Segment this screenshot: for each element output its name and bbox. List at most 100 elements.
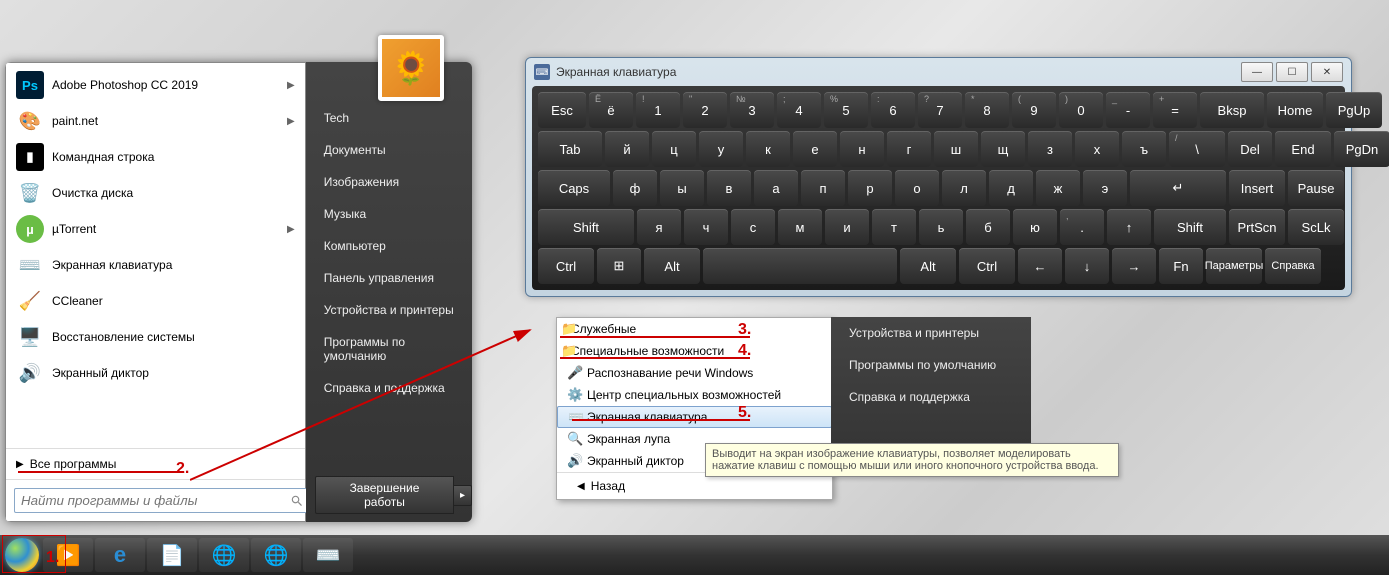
key-Del[interactable]: Del xyxy=(1228,131,1272,167)
key-Pause[interactable]: Pause xyxy=(1288,170,1344,206)
key-Tab[interactable]: Tab xyxy=(538,131,602,167)
key-ы[interactable]: ы xyxy=(660,170,704,206)
key-Alt[interactable]: Alt xyxy=(644,248,700,284)
right-panel-item-5[interactable]: Панель управления xyxy=(306,262,472,294)
key-7[interactable]: ?7 xyxy=(918,92,962,128)
minimize-button[interactable]: — xyxy=(1241,62,1273,82)
key-э[interactable]: э xyxy=(1083,170,1127,206)
key-й[interactable]: й xyxy=(605,131,649,167)
key-м[interactable]: м xyxy=(778,209,822,245)
key-ё[interactable]: Ёё xyxy=(589,92,633,128)
key-PgUp[interactable]: PgUp xyxy=(1326,92,1382,128)
all-programs-button[interactable]: ▶ Все программы xyxy=(6,448,305,479)
key-ф[interactable]: ф xyxy=(613,170,657,206)
right-panel-item-0[interactable]: Tech xyxy=(306,102,472,134)
key-Esc[interactable]: Esc xyxy=(538,92,586,128)
right-panel-item-4[interactable]: Компьютер xyxy=(306,230,472,262)
key-6[interactable]: :6 xyxy=(871,92,915,128)
key-с[interactable]: с xyxy=(731,209,775,245)
key-б[interactable]: б xyxy=(966,209,1010,245)
key-в[interactable]: в xyxy=(707,170,751,206)
program-item-2[interactable]: ▮Командная строка xyxy=(6,139,305,175)
key-щ[interactable]: щ xyxy=(981,131,1025,167)
key-9[interactable]: (9 xyxy=(1012,92,1056,128)
key-Caps[interactable]: Caps xyxy=(538,170,610,206)
program-item-3[interactable]: 🗑️Очистка диска xyxy=(6,175,305,211)
key-4[interactable]: ;4 xyxy=(777,92,821,128)
key-Параметры[interactable]: Параметры xyxy=(1206,248,1262,284)
submenu-item-4[interactable]: ⌨️Экранная клавиатура xyxy=(557,406,832,428)
taskbar-chrome-icon[interactable]: 🌐 xyxy=(199,538,249,572)
key-а[interactable]: а xyxy=(754,170,798,206)
key-8[interactable]: *8 xyxy=(965,92,1009,128)
key-Справка[interactable]: Справка xyxy=(1265,248,1321,284)
key-ъ[interactable]: ъ xyxy=(1122,131,1166,167)
key-1[interactable]: !1 xyxy=(636,92,680,128)
program-item-6[interactable]: 🧹CCleaner xyxy=(6,283,305,319)
key-\[interactable]: /\ xyxy=(1169,131,1225,167)
rpanel-item-2[interactable]: Справка и поддержка xyxy=(831,381,1031,413)
key-↑[interactable]: ↑ xyxy=(1107,209,1151,245)
key-Alt[interactable]: Alt xyxy=(900,248,956,284)
key-ScLk[interactable]: ScLk xyxy=(1288,209,1344,245)
key-Ctrl[interactable]: Ctrl xyxy=(959,248,1015,284)
key-space[interactable] xyxy=(703,248,897,284)
key-↓[interactable]: ↓ xyxy=(1065,248,1109,284)
key-⊞[interactable]: ⊞ xyxy=(597,248,641,284)
key-г[interactable]: г xyxy=(887,131,931,167)
key-ж[interactable]: ж xyxy=(1036,170,1080,206)
key--[interactable]: _- xyxy=(1106,92,1150,128)
right-panel-item-1[interactable]: Документы xyxy=(306,134,472,166)
close-button[interactable]: ✕ xyxy=(1311,62,1343,82)
right-panel-item-2[interactable]: Изображения xyxy=(306,166,472,198)
key-←[interactable]: ← xyxy=(1018,248,1062,284)
key-Shift[interactable]: Shift xyxy=(538,209,634,245)
key-→[interactable]: → xyxy=(1112,248,1156,284)
submenu-item-2[interactable]: 🎤Распознавание речи Windows xyxy=(557,362,832,384)
key-д[interactable]: д xyxy=(989,170,1033,206)
key-0[interactable]: )0 xyxy=(1059,92,1103,128)
key-Shift[interactable]: Shift xyxy=(1154,209,1226,245)
key-ю[interactable]: ю xyxy=(1013,209,1057,245)
key-з[interactable]: з xyxy=(1028,131,1072,167)
rpanel-item-1[interactable]: Программы по умолчанию xyxy=(831,349,1031,381)
program-item-0[interactable]: PsAdobe Photoshop CC 2019▶ xyxy=(6,67,305,103)
key-=[interactable]: += xyxy=(1153,92,1197,128)
key-ц[interactable]: ц xyxy=(652,131,696,167)
key-.[interactable]: ,. xyxy=(1060,209,1104,245)
key-и[interactable]: и xyxy=(825,209,869,245)
shutdown-button[interactable]: Завершение работы xyxy=(315,476,454,514)
taskbar-osk-icon[interactable]: ⌨️ xyxy=(303,538,353,572)
right-panel-item-3[interactable]: Музыка xyxy=(306,198,472,230)
key-к[interactable]: к xyxy=(746,131,790,167)
search-input[interactable] xyxy=(14,488,311,513)
key-о[interactable]: о xyxy=(895,170,939,206)
key-End[interactable]: End xyxy=(1275,131,1331,167)
key-н[interactable]: н xyxy=(840,131,884,167)
key-↵[interactable]: ↵ xyxy=(1130,170,1226,206)
right-panel-item-8[interactable]: Справка и поддержка xyxy=(306,372,472,404)
key-PrtScn[interactable]: PrtScn xyxy=(1229,209,1285,245)
key-х[interactable]: х xyxy=(1075,131,1119,167)
maximize-button[interactable]: ☐ xyxy=(1276,62,1308,82)
key-л[interactable]: л xyxy=(942,170,986,206)
user-avatar[interactable]: 🌻 xyxy=(378,35,444,101)
key-р[interactable]: р xyxy=(848,170,892,206)
key-т[interactable]: т xyxy=(872,209,916,245)
right-panel-item-7[interactable]: Программы по умолчанию xyxy=(306,326,472,372)
key-3[interactable]: №3 xyxy=(730,92,774,128)
key-Bksp[interactable]: Bksp xyxy=(1200,92,1264,128)
taskbar-wmp-icon[interactable]: ▶️ xyxy=(43,538,93,572)
key-Insert[interactable]: Insert xyxy=(1229,170,1285,206)
key-ь[interactable]: ь xyxy=(919,209,963,245)
program-item-1[interactable]: 🎨paint.net▶ xyxy=(6,103,305,139)
key-5[interactable]: %5 xyxy=(824,92,868,128)
submenu-item-1[interactable]: 📁Специальные возможности xyxy=(557,340,832,362)
start-button[interactable] xyxy=(2,535,42,575)
rpanel-item-0[interactable]: Устройства и принтеры xyxy=(831,317,1031,349)
program-item-5[interactable]: ⌨️Экранная клавиатура xyxy=(6,247,305,283)
program-item-7[interactable]: 🖥️Восстановление системы xyxy=(6,319,305,355)
osk-titlebar[interactable]: ⌨ Экранная клавиатура — ☐ ✕ xyxy=(526,58,1351,86)
key-п[interactable]: п xyxy=(801,170,845,206)
program-item-8[interactable]: 🔊Экранный диктор xyxy=(6,355,305,391)
